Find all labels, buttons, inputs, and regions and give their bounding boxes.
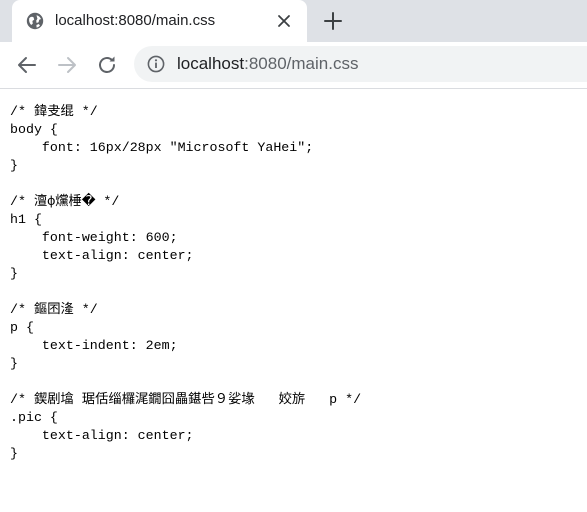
browser-toolbar: localhost:8080/main.css: [0, 42, 587, 89]
url-text: localhost:8080/main.css: [177, 54, 358, 74]
forward-arrow-icon[interactable]: [55, 53, 79, 77]
close-icon[interactable]: [275, 12, 293, 30]
info-icon[interactable]: [146, 54, 166, 74]
address-bar[interactable]: localhost:8080/main.css: [134, 46, 587, 82]
tab-title: localhost:8080/main.css: [55, 12, 216, 29]
css-source-text: /* 鍏叏绲 */ body { font: 16px/28px "Micros…: [10, 104, 362, 461]
globe-icon: [26, 12, 44, 30]
back-arrow-icon[interactable]: [15, 53, 39, 77]
new-tab-button[interactable]: [322, 10, 344, 32]
tab-strip: localhost:8080/main.css: [0, 0, 587, 42]
browser-tab[interactable]: localhost:8080/main.css: [12, 0, 307, 42]
reload-icon[interactable]: [95, 53, 119, 77]
url-host: localhost: [177, 54, 245, 73]
page-content: /* 鍏叏绲 */ body { font: 16px/28px "Micros…: [0, 89, 587, 463]
url-path: :8080/main.css: [244, 54, 359, 73]
